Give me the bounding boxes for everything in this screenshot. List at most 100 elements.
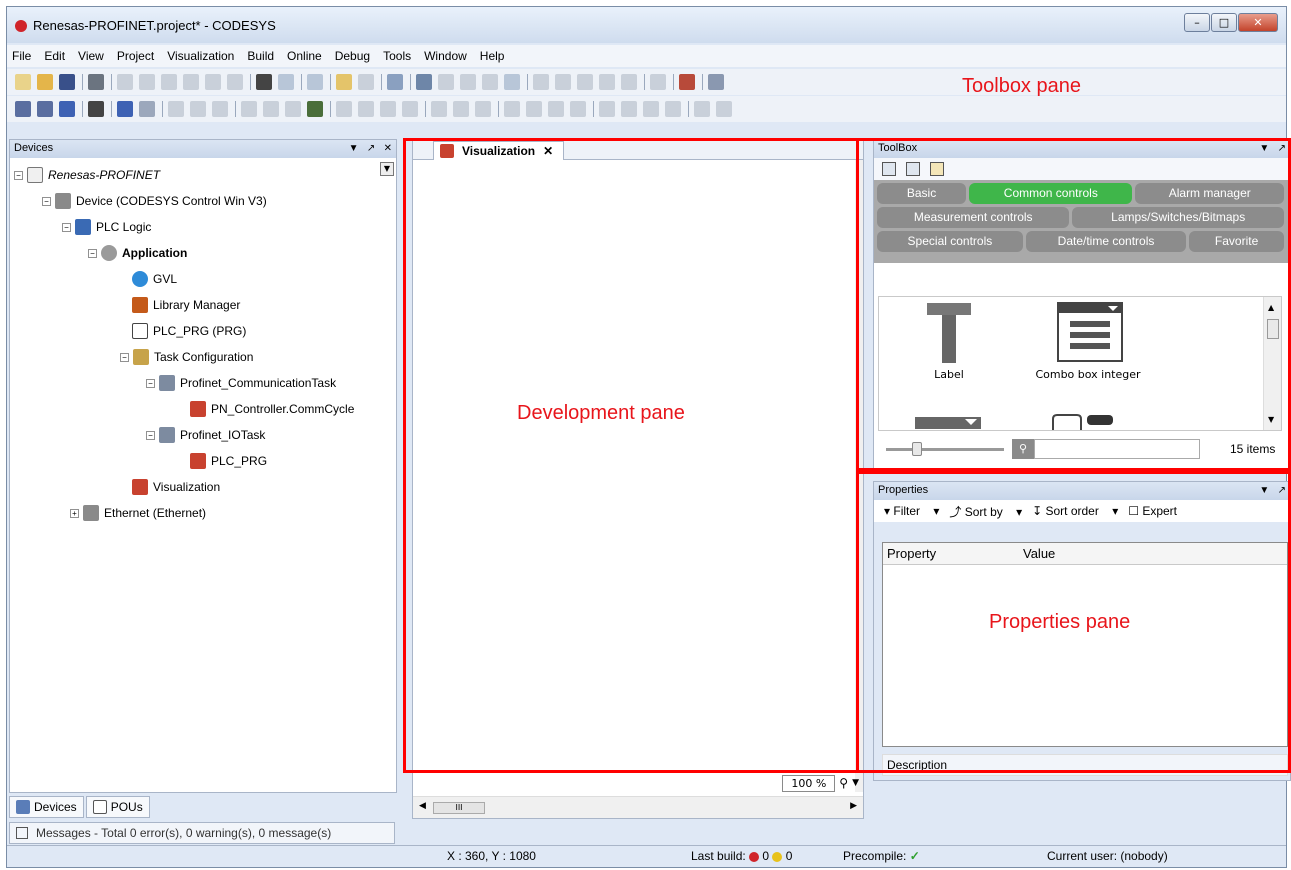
maximize-button[interactable]: □ bbox=[1211, 13, 1237, 32]
step-over-icon[interactable] bbox=[533, 74, 549, 90]
tree-node-project[interactable]: − Renesas-PROFINET bbox=[10, 162, 396, 188]
view-list-icon[interactable] bbox=[882, 162, 896, 176]
category-measurement-controls[interactable]: Measurement controls bbox=[877, 207, 1070, 228]
precompile-status[interactable]: Precompile: ✓ bbox=[843, 849, 920, 863]
breakpoint-icon[interactable] bbox=[621, 74, 637, 90]
view-icons-icon[interactable] bbox=[906, 162, 920, 176]
toolbox-scrollbar[interactable]: ▲ ▼ bbox=[1263, 297, 1281, 430]
start-icon[interactable] bbox=[460, 74, 476, 90]
align-top-icon[interactable] bbox=[241, 101, 257, 117]
login-icon[interactable] bbox=[416, 74, 432, 90]
align-left-icon[interactable] bbox=[168, 101, 184, 117]
expand-icon[interactable]: + bbox=[70, 508, 79, 518]
pointer-icon[interactable] bbox=[930, 162, 944, 176]
pane-menu-icon[interactable]: ▼ bbox=[1259, 143, 1269, 154]
distribute-h4-icon[interactable] bbox=[402, 101, 418, 117]
copy-icon[interactable] bbox=[183, 74, 199, 90]
pane-menu-icon[interactable]: ▼ bbox=[1259, 485, 1269, 496]
toolbox-item-partial-2[interactable] bbox=[1051, 413, 1121, 430]
distribute-h3-icon[interactable] bbox=[380, 101, 396, 117]
send-back-icon[interactable] bbox=[621, 101, 637, 117]
editor-horizontal-scrollbar[interactable]: ◀ III ▶ bbox=[413, 796, 863, 818]
menu-tools[interactable]: Tools bbox=[383, 49, 411, 63]
menu-help[interactable]: Help bbox=[480, 49, 505, 63]
toolbox-item-combo-box-integer[interactable]: Combo box integer bbox=[1025, 301, 1151, 381]
build-icon[interactable] bbox=[387, 74, 403, 90]
property-column-header[interactable]: Property bbox=[883, 546, 1023, 561]
pane-menu-icon[interactable]: ▼ bbox=[349, 143, 359, 154]
ungroup-icon[interactable] bbox=[139, 101, 155, 117]
align-middle-icon[interactable] bbox=[263, 101, 279, 117]
distribute-h2-icon[interactable] bbox=[358, 101, 374, 117]
write-values-icon[interactable] bbox=[708, 74, 724, 90]
distribute-v3-icon[interactable] bbox=[475, 101, 491, 117]
close-button[interactable]: ✕ bbox=[1238, 13, 1278, 32]
toolbox-item-label[interactable]: Label bbox=[919, 301, 979, 381]
messages-bar[interactable]: Messages - Total 0 error(s), 0 warning(s… bbox=[9, 822, 395, 844]
zoom-icon[interactable]: ⚲ bbox=[839, 776, 848, 790]
force-values-icon[interactable] bbox=[679, 74, 695, 90]
element-list-icon[interactable] bbox=[15, 101, 31, 117]
open-icon[interactable] bbox=[37, 74, 53, 90]
category-lamps-switches[interactable]: Lamps/Switches/Bitmaps bbox=[1072, 207, 1284, 228]
tree-node-ethernet[interactable]: + Ethernet (Ethernet) bbox=[10, 500, 396, 526]
tree-node-communication-task[interactable]: − Profinet_CommunicationTask bbox=[10, 370, 396, 396]
undo-icon[interactable] bbox=[117, 74, 133, 90]
menu-view[interactable]: View bbox=[78, 49, 104, 63]
tree-node-application[interactable]: − Application bbox=[10, 240, 396, 266]
tab-visualization[interactable]: Visualization ✕ bbox=[433, 141, 565, 160]
redo-icon[interactable] bbox=[139, 74, 155, 90]
step-into-icon[interactable] bbox=[555, 74, 571, 90]
add-folder-icon[interactable] bbox=[358, 74, 374, 90]
tree-node-task-configuration[interactable]: − Task Configuration bbox=[10, 344, 396, 370]
tree-node-plc-prg[interactable]: PLC_PRG (PRG) bbox=[10, 318, 396, 344]
collapse-icon[interactable]: − bbox=[62, 222, 71, 232]
show-next-icon[interactable] bbox=[650, 74, 666, 90]
same-width-icon[interactable] bbox=[504, 101, 520, 117]
close-pane-icon[interactable]: ✕ bbox=[384, 143, 392, 154]
pin-icon[interactable]: ↗ bbox=[1278, 143, 1286, 154]
scroll-left-icon[interactable]: ◀ bbox=[419, 801, 426, 811]
align-center-icon[interactable] bbox=[190, 101, 206, 117]
new-project-icon[interactable] bbox=[15, 74, 31, 90]
sort-order-button[interactable]: ↧ Sort order ▾ bbox=[1032, 504, 1118, 518]
search-icon[interactable]: ⚲ bbox=[1012, 439, 1034, 459]
collapse-icon[interactable]: − bbox=[146, 430, 155, 440]
backward-icon[interactable] bbox=[665, 101, 681, 117]
tree-node-library-manager[interactable]: Library Manager bbox=[10, 292, 396, 318]
minimize-button[interactable]: – bbox=[1184, 13, 1210, 32]
editor-vertical-scrollbar[interactable] bbox=[855, 160, 863, 792]
group-icon[interactable] bbox=[117, 101, 133, 117]
scroll-right-icon[interactable]: ▶ bbox=[850, 801, 857, 811]
collapse-icon[interactable]: − bbox=[14, 170, 23, 180]
find-icon[interactable] bbox=[256, 74, 272, 90]
run-to-cursor-icon[interactable] bbox=[599, 74, 615, 90]
collapse-icon[interactable]: − bbox=[146, 378, 155, 388]
align-bottom-icon[interactable] bbox=[285, 101, 301, 117]
same-height-icon[interactable] bbox=[526, 101, 542, 117]
tree-node-io-task[interactable]: − Profinet_IOTask bbox=[10, 422, 396, 448]
category-common-controls[interactable]: Common controls bbox=[969, 183, 1133, 204]
foreground-icon[interactable] bbox=[716, 101, 732, 117]
category-favorite[interactable]: Favorite bbox=[1189, 231, 1284, 252]
collapse-icon[interactable]: − bbox=[120, 352, 129, 362]
menu-file[interactable]: File bbox=[12, 49, 31, 63]
same-size-icon[interactable] bbox=[548, 101, 564, 117]
center-icon[interactable] bbox=[570, 101, 586, 117]
expert-checkbox[interactable]: ☐ Expert bbox=[1128, 504, 1187, 518]
align-image-icon[interactable] bbox=[307, 101, 323, 117]
reset-icon[interactable] bbox=[504, 74, 520, 90]
stop-icon[interactable] bbox=[482, 74, 498, 90]
pin-icon[interactable]: ↗ bbox=[1278, 485, 1286, 496]
close-tab-icon[interactable]: ✕ bbox=[543, 144, 553, 158]
tree-node-gvl[interactable]: GVL bbox=[10, 266, 396, 292]
delete-icon[interactable] bbox=[227, 74, 243, 90]
save-icon[interactable] bbox=[59, 74, 75, 90]
menu-debug[interactable]: Debug bbox=[335, 49, 370, 63]
paste-icon[interactable] bbox=[205, 74, 221, 90]
tree-node-plc-prg-call[interactable]: PLC_PRG bbox=[10, 448, 396, 474]
slider-knob[interactable] bbox=[912, 441, 922, 456]
scroll-thumb[interactable]: III bbox=[433, 802, 485, 814]
menu-project[interactable]: Project bbox=[117, 49, 154, 63]
category-special-controls[interactable]: Special controls bbox=[877, 231, 1023, 252]
